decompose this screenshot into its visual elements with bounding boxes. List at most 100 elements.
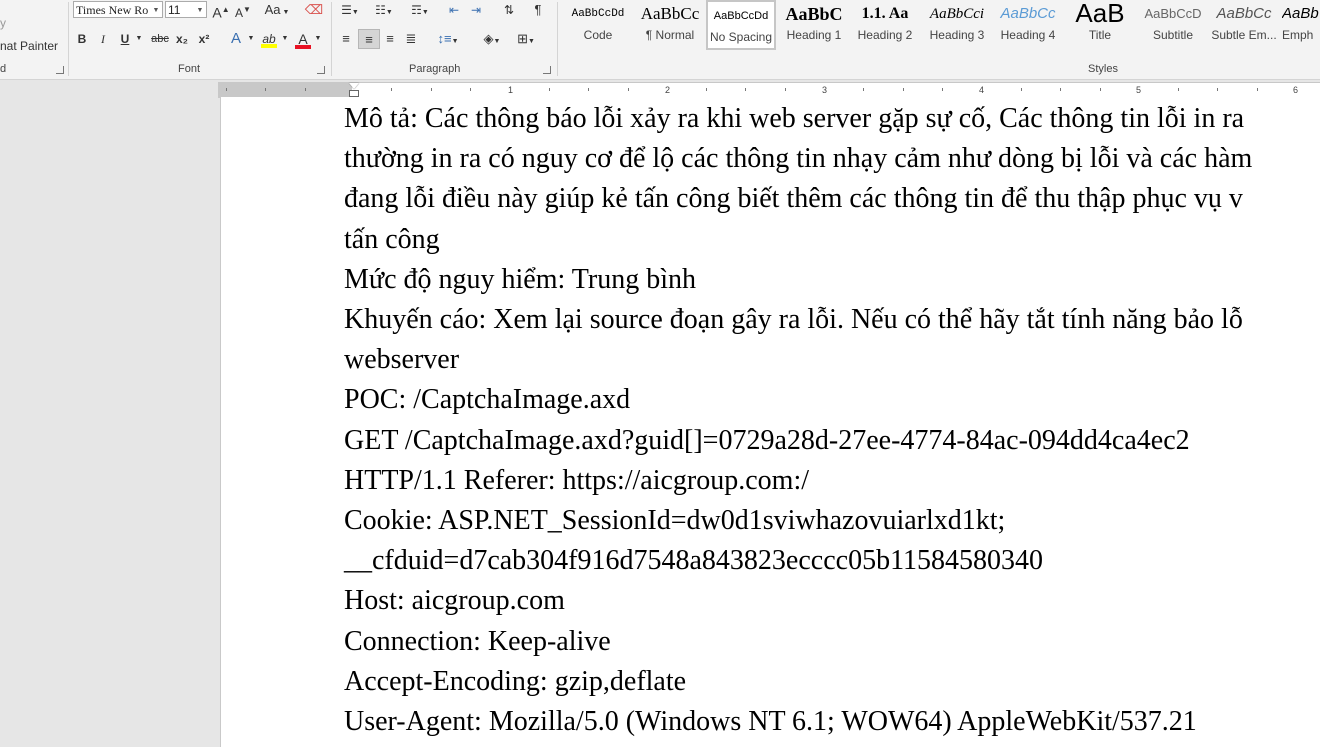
document-body[interactable]: Mô tả: Các thông báo lỗi xảy ra khi web …	[344, 99, 1320, 742]
underline-button[interactable]: U	[117, 29, 133, 49]
decrease-indent-button[interactable]: ⇤	[444, 0, 464, 20]
doc-line[interactable]: HTTP/1.1 Referer: https://aicgroup.com:/	[344, 461, 1320, 501]
multilevel-list-icon: ☶	[411, 3, 422, 17]
text-effects-button[interactable]: A	[226, 29, 246, 49]
shrink-font-button[interactable]: A▼	[234, 0, 252, 20]
hanging-indent-marker[interactable]	[349, 90, 359, 97]
strikethrough-button[interactable]: abc	[148, 29, 172, 49]
chevron-down-icon[interactable]: ▼	[151, 2, 161, 17]
style-title[interactable]: AaB Title	[1065, 0, 1135, 50]
style-subtle-emphasis[interactable]: AaBbCc Subtle Em...	[1209, 0, 1279, 50]
clipboard-dialog-launcher-icon[interactable]	[56, 66, 64, 74]
doc-line[interactable]: tấn công	[344, 220, 1320, 260]
highlight-color-bar	[261, 44, 277, 48]
ruler-number: 6	[1293, 85, 1299, 95]
ruler-tick	[785, 88, 786, 91]
group-separator	[557, 2, 558, 76]
font-size-value: 11	[168, 3, 181, 17]
superscript-button[interactable]: x²	[194, 29, 214, 49]
doc-line[interactable]: User-Agent: Mozilla/5.0 (Windows NT 6.1;…	[344, 702, 1320, 742]
style-heading-1[interactable]: AaBbC Heading 1	[779, 0, 849, 50]
multilevel-list-button[interactable]: ☶▼	[404, 0, 436, 20]
paragraph-dialog-launcher-icon[interactable]	[543, 66, 551, 74]
chevron-down-icon[interactable]: ▼	[313, 29, 323, 49]
format-painter-button[interactable]: nat Painter	[0, 39, 58, 53]
style-name: ¶ Normal	[645, 28, 695, 42]
ruler-tick	[1257, 88, 1258, 91]
chevron-down-icon[interactable]: ▼	[246, 29, 256, 49]
ruler-tick	[706, 88, 707, 91]
paragraph-group-label: Paragraph	[409, 63, 461, 75]
copy-button-partial[interactable]: y	[0, 16, 6, 30]
ruler-tick	[1021, 88, 1022, 91]
bold-button[interactable]: B	[74, 29, 90, 49]
chevron-down-icon[interactable]: ▼	[134, 29, 144, 49]
style-name: Emph	[1282, 28, 1314, 42]
numbering-button[interactable]: ☷▼	[368, 0, 400, 20]
font-name-combo[interactable]: Times New Ro ▼	[73, 1, 163, 18]
doc-line[interactable]: Host: aicgroup.com	[344, 581, 1320, 621]
ruler-tick	[1060, 88, 1061, 91]
subscript-button[interactable]: x₂	[172, 29, 192, 49]
style-preview: AaBbCcD	[1144, 6, 1202, 21]
chevron-down-icon[interactable]: ▼	[280, 29, 290, 49]
styles-group-label: Styles	[1088, 63, 1118, 75]
doc-line[interactable]: Connection: Keep-alive	[344, 622, 1320, 662]
shading-button[interactable]: ◈▼	[476, 29, 508, 49]
justify-button[interactable]: ≣	[401, 29, 421, 49]
font-color-button[interactable]: A	[293, 29, 313, 49]
style-heading-3[interactable]: AaBbCci Heading 3	[922, 0, 992, 50]
align-right-button[interactable]: ≡	[380, 29, 400, 49]
italic-button[interactable]: I	[95, 29, 111, 49]
doc-line[interactable]: Accept-Encoding: gzip,deflate	[344, 662, 1320, 702]
ruler-tick	[265, 88, 266, 91]
style-normal[interactable]: AaBbCc ¶ Normal	[635, 0, 705, 50]
line-spacing-button[interactable]: ↕≡▼	[432, 29, 464, 49]
style-no-spacing[interactable]: AaBbCcDd No Spacing	[706, 0, 776, 50]
doc-line[interactable]: Cookie: ASP.NET_SessionId=dw0d1sviwhazov…	[344, 501, 1320, 541]
font-size-combo[interactable]: 11 ▼	[165, 1, 207, 18]
grow-font-button[interactable]: A▲	[212, 0, 230, 21]
ruler-tick	[549, 88, 550, 91]
document-page[interactable]: Mô tả: Các thông báo lỗi xảy ra khi web …	[220, 97, 1320, 747]
chevron-down-icon[interactable]: ▼	[195, 2, 205, 17]
align-center-button[interactable]: ≡	[358, 29, 380, 49]
style-subtitle[interactable]: AaBbCcD Subtitle	[1138, 0, 1208, 50]
eraser-icon: ⌫	[304, 2, 324, 17]
clear-formatting-button[interactable]: ⌫	[304, 0, 324, 20]
style-emphasis[interactable]: AaBb Emph	[1282, 0, 1320, 50]
doc-line[interactable]: Mô tả: Các thông báo lỗi xảy ra khi web …	[344, 99, 1320, 139]
first-line-indent-marker[interactable]	[349, 83, 359, 89]
increase-indent-button[interactable]: ⇥	[466, 0, 486, 20]
borders-button[interactable]: ⊞▼	[510, 29, 542, 49]
doc-line[interactable]: webserver	[344, 340, 1320, 380]
change-case-button[interactable]: Aa ▼	[260, 0, 294, 20]
horizontal-ruler[interactable]: 1 2 3 4 5 6	[218, 82, 1320, 98]
bullets-button[interactable]: ☰▼	[336, 0, 364, 20]
font-name-value: Times New Ro	[76, 3, 149, 17]
doc-line[interactable]: GET /CaptchaImage.axd?guid[]=0729a28d-27…	[344, 421, 1320, 461]
style-heading-2[interactable]: 1.1. Aa Heading 2	[850, 0, 920, 50]
doc-line[interactable]: POC: /CaptchaImage.axd	[344, 380, 1320, 420]
align-left-icon: ≡	[342, 31, 350, 46]
style-preview: AaBb	[1282, 5, 1319, 22]
show-formatting-marks-button[interactable]: ¶	[528, 0, 548, 20]
doc-line[interactable]: đang lỗi điều này giúp kẻ tấn công biết …	[344, 179, 1320, 219]
doc-line[interactable]: thường in ra có nguy cơ để lộ các thông …	[344, 139, 1320, 179]
style-code[interactable]: AaBbCcDd Code	[563, 0, 633, 50]
doc-line[interactable]: Mức độ nguy hiểm: Trung bình	[344, 260, 1320, 300]
style-heading-4[interactable]: AaBbCc Heading 4	[993, 0, 1063, 50]
sort-icon: ⇅	[503, 3, 515, 17]
align-left-button[interactable]: ≡	[336, 29, 356, 49]
doc-line[interactable]: __cfduid=d7cab304f916d7548a843823ecccc05…	[344, 541, 1320, 581]
ruler-tick	[942, 88, 943, 91]
style-name: Subtitle	[1152, 28, 1194, 42]
highlight-button[interactable]: ab	[258, 29, 280, 49]
doc-line[interactable]: Khuyến cáo: Xem lại source đoạn gây ra l…	[344, 300, 1320, 340]
font-dialog-launcher-icon[interactable]	[317, 66, 325, 74]
ruler-tick	[305, 88, 306, 91]
style-preview: AaBbCc	[1216, 5, 1272, 22]
ruler-tick	[863, 88, 864, 91]
style-preview: 1.1. Aa	[861, 5, 909, 22]
sort-button[interactable]: ⇅	[498, 0, 520, 20]
